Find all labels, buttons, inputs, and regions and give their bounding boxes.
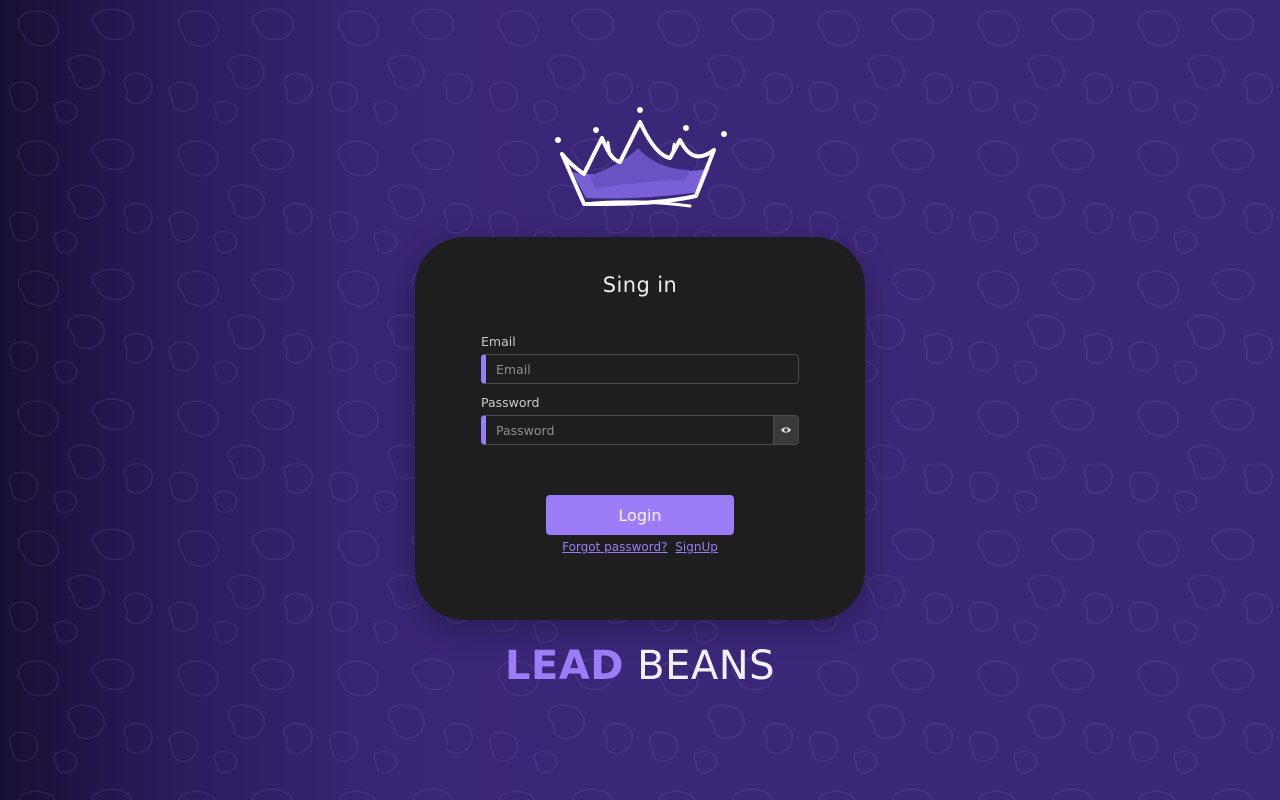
page-title: Sing in xyxy=(602,273,678,297)
auth-links: Forgot password? SignUp xyxy=(0,540,1280,554)
email-field-wrapper xyxy=(481,354,799,384)
login-button[interactable]: Login xyxy=(546,495,734,535)
forgot-password-link[interactable]: Forgot password? xyxy=(562,540,667,554)
brand-wordmark: LEAD BEANS xyxy=(0,640,1280,692)
email-field[interactable] xyxy=(486,355,798,383)
crown-logo-icon xyxy=(555,107,727,208)
password-label: Password xyxy=(481,395,540,410)
email-label: Email xyxy=(481,334,516,349)
toggle-password-visibility-button[interactable] xyxy=(773,416,798,444)
eye-icon xyxy=(781,427,791,433)
signup-link[interactable]: SignUp xyxy=(675,540,718,554)
brand-word-beans: BEANS xyxy=(637,643,776,689)
brand-word-lead: LEAD xyxy=(504,643,624,689)
password-field-wrapper xyxy=(481,415,799,445)
password-field[interactable] xyxy=(486,416,774,444)
